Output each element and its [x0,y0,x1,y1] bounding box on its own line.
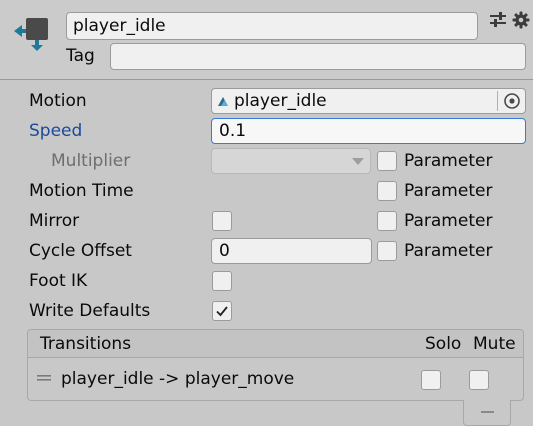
presets-sliders-icon[interactable] [488,10,508,30]
motion-time-row: Motion Time Parameter [0,176,533,206]
write-defaults-label: Write Defaults [29,301,151,321]
remove-transition-button[interactable] [463,400,511,426]
mirror-checkbox[interactable] [212,211,232,231]
object-picker-button[interactable] [497,91,523,111]
state-name-field[interactable]: player_idle [66,12,478,40]
gear-icon[interactable] [511,10,531,30]
animator-state-icon [14,18,48,51]
mirror-parameter-label: Parameter [404,211,493,231]
foot-ik-checkbox[interactable] [212,271,232,291]
foot-ik-row: Foot IK [0,266,533,296]
list-item[interactable]: player_idle -> player_move [28,358,523,400]
multiplier-parameter-checkbox[interactable] [377,151,397,171]
motion-row: Motion player_idle [0,86,533,116]
minus-icon [481,411,494,413]
motion-time-label: Motion Time [29,181,134,201]
multiplier-label: Multiplier [51,151,131,171]
mirror-parameter-checkbox[interactable] [377,211,397,231]
target-icon [504,93,520,109]
transition-mute-checkbox[interactable] [469,370,489,390]
cycle-offset-input[interactable]: 0 [211,238,372,264]
inspector-header: player_idle Tag [0,0,533,80]
cycle-offset-row: Cycle Offset 0 Parameter [0,236,533,266]
chevron-down-icon [352,158,364,165]
animation-clip-icon [218,97,228,106]
multiplier-row: Multiplier Parameter [0,146,533,176]
speed-input[interactable]: 0.1 [211,118,526,144]
cycle-offset-parameter-label: Parameter [404,241,493,261]
motion-label: Motion [29,91,87,111]
foot-ik-label: Foot IK [29,271,88,291]
drag-handle-icon[interactable] [37,375,51,381]
transition-name: player_idle -> player_move [61,369,295,389]
mirror-row: Mirror Parameter [0,206,533,236]
transitions-title: Transitions [40,334,132,354]
checkmark-icon [216,306,228,317]
motion-object-field[interactable]: player_idle [211,88,526,114]
motion-value: player_idle [234,91,327,111]
cycle-offset-label: Cycle Offset [29,241,132,261]
solo-column-label: Solo [425,334,462,354]
write-defaults-row: Write Defaults [0,296,533,326]
motion-time-parameter-checkbox[interactable] [377,181,397,201]
tag-label: Tag [66,46,95,66]
write-defaults-checkbox[interactable] [212,301,232,321]
tag-field[interactable] [110,43,526,70]
multiplier-parameter-label: Parameter [404,151,493,171]
transition-solo-checkbox[interactable] [421,370,441,390]
mute-column-label: Mute [473,334,516,354]
transitions-header: Transitions Solo Mute [28,330,523,358]
speed-row: Speed 0.1 [0,116,533,146]
transitions-list: Transitions Solo Mute player_idle -> pla… [27,329,524,401]
multiplier-dropdown [211,148,371,174]
speed-label: Speed [29,121,83,141]
motion-time-parameter-label: Parameter [404,181,493,201]
cycle-offset-parameter-checkbox[interactable] [377,241,397,261]
mirror-label: Mirror [29,211,80,231]
